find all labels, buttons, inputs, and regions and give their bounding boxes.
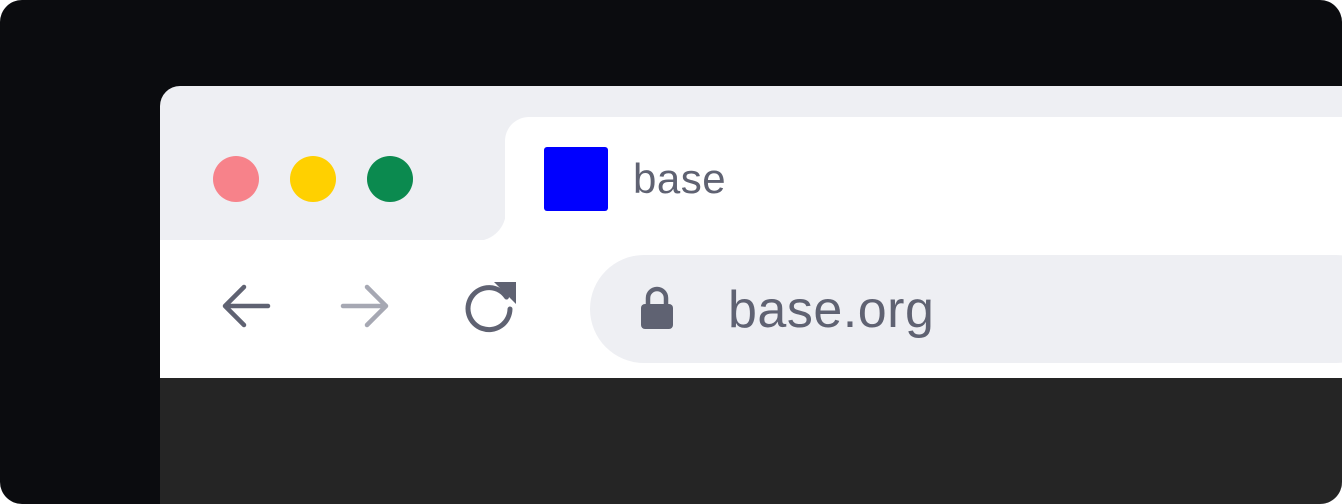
browser-window: base base.org	[160, 86, 1342, 504]
browser-toolbar: base.org	[160, 240, 1342, 378]
reload-button[interactable]	[454, 270, 526, 342]
back-button[interactable]	[208, 270, 280, 342]
tab-title: base	[633, 155, 727, 202]
arrow-left-icon	[222, 284, 271, 328]
screenshot-frame: base base.org	[0, 0, 1342, 504]
url-text[interactable]: base.org	[728, 280, 934, 340]
browser-tab[interactable]: base	[505, 117, 1342, 240]
tab-corner	[470, 205, 506, 241]
favicon-icon	[544, 147, 608, 211]
page-content	[160, 378, 1342, 504]
window-maximize-button[interactable]	[367, 156, 413, 202]
forward-button[interactable]	[331, 270, 403, 342]
arrow-right-icon	[340, 284, 389, 328]
window-close-button[interactable]	[213, 156, 259, 202]
window-minimize-button[interactable]	[290, 156, 336, 202]
reload-icon	[465, 282, 516, 333]
address-bar[interactable]: base.org	[590, 255, 1342, 363]
lock-icon	[641, 286, 673, 329]
